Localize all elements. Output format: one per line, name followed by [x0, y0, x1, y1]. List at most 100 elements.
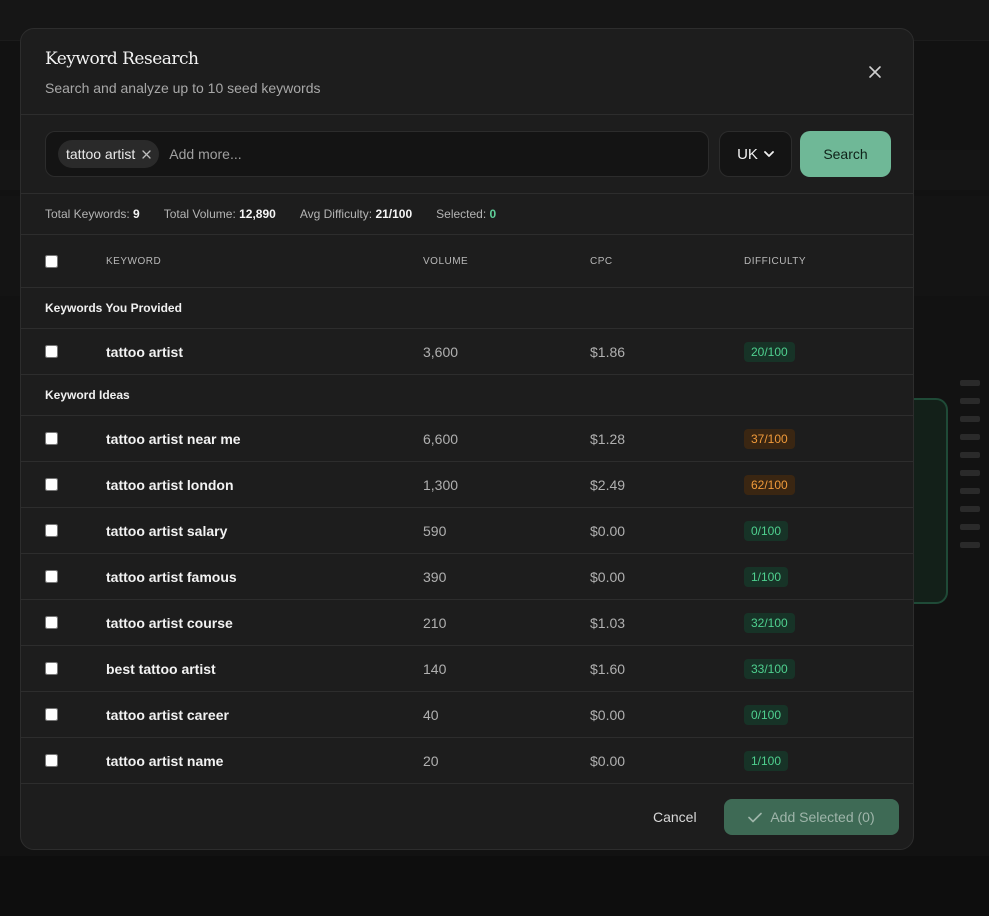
column-header-keyword[interactable]: KEYWORD: [106, 256, 161, 267]
table-row[interactable]: tattoo artist course 210 $1.03 32/100: [21, 600, 913, 646]
row-checkbox[interactable]: [45, 524, 58, 537]
table-row[interactable]: tattoo artist name 20 $0.00 1/100: [21, 738, 913, 784]
difficulty-badge: 33/100: [744, 658, 795, 679]
column-header-difficulty[interactable]: DIFFICULTY: [744, 256, 806, 267]
table-row[interactable]: tattoo artist career 40 $0.00 0/100: [21, 692, 913, 738]
volume-cell: 590: [423, 522, 447, 539]
modal-title: Keyword Research: [45, 49, 199, 69]
close-icon: [869, 66, 881, 78]
row-checkbox[interactable]: [45, 662, 58, 675]
section-label: Keywords You Provided: [45, 301, 182, 315]
difficulty-cell: 1/100: [744, 566, 789, 587]
volume-cell: 1,300: [423, 476, 459, 493]
keyword-cell: tattoo artist near me: [106, 430, 241, 447]
search-row: tattoo artist UK Search: [21, 115, 913, 194]
volume-cell: 390: [423, 568, 447, 585]
table-body: Keywords You Provided tattoo artist 3,600 $…: [21, 288, 913, 784]
difficulty-badge: 1/100: [744, 566, 789, 587]
table-row[interactable]: best tattoo artist 140 $1.60 33/100: [21, 646, 913, 692]
stat-total-keywords: Total Keywords: 9: [45, 207, 140, 221]
cancel-button[interactable]: Cancel: [637, 801, 713, 833]
cpc-cell: $2.49: [590, 476, 626, 493]
keyword-input-box[interactable]: tattoo artist: [45, 131, 709, 177]
row-checkbox[interactable]: [45, 478, 58, 491]
background-sidebar: [960, 380, 989, 720]
difficulty-cell: 33/100: [744, 658, 795, 679]
keyword-cell: tattoo artist salary: [106, 522, 228, 539]
keyword-chip: tattoo artist: [58, 140, 160, 168]
search-button[interactable]: Search: [800, 131, 891, 177]
section-label: Keyword Ideas: [45, 388, 130, 402]
difficulty-badge: 1/100: [744, 750, 789, 771]
cpc-cell: $1.86: [590, 343, 626, 360]
add-selected-label: Add Selected (0): [770, 809, 875, 825]
modal-header: Keyword Research Search and analyze up t…: [21, 29, 913, 115]
modal-subtitle: Search and analyze up to 10 seed keyword…: [45, 80, 321, 96]
column-header-cpc[interactable]: CPC: [590, 256, 613, 267]
difficulty-cell: 1/100: [744, 750, 789, 771]
row-checkbox[interactable]: [45, 754, 58, 767]
table-row[interactable]: tattoo artist 3,600 $1.86 20/100: [21, 329, 913, 375]
volume-cell: 3,600: [423, 343, 459, 360]
keyword-cell: tattoo artist famous: [106, 568, 237, 585]
row-checkbox[interactable]: [45, 708, 58, 721]
difficulty-cell: 32/100: [744, 612, 795, 633]
volume-cell: 140: [423, 660, 447, 677]
background-footer: [0, 856, 989, 916]
table-header: KEYWORD VOLUME CPC DIFFICULTY: [21, 235, 913, 288]
country-select[interactable]: UK: [719, 131, 792, 177]
difficulty-badge: 37/100: [744, 428, 795, 449]
volume-cell: 20: [423, 752, 439, 769]
check-icon: [748, 812, 763, 822]
table-row[interactable]: tattoo artist salary 590 $0.00 0/100: [21, 508, 913, 554]
column-header-volume[interactable]: VOLUME: [423, 256, 468, 267]
add-selected-button[interactable]: Add Selected (0): [724, 799, 899, 835]
difficulty-cell: 20/100: [744, 341, 795, 362]
difficulty-cell: 62/100: [744, 474, 795, 495]
keyword-chip-label: tattoo artist: [66, 146, 136, 162]
volume-cell: 210: [423, 614, 447, 631]
stat-selected: Selected: 0: [436, 207, 497, 221]
row-checkbox[interactable]: [45, 345, 58, 358]
section-header: Keyword Ideas: [21, 375, 913, 416]
close-button[interactable]: [865, 62, 885, 82]
section-header: Keywords You Provided: [21, 288, 913, 329]
table-row[interactable]: tattoo artist london 1,300 $2.49 62/100: [21, 462, 913, 508]
stats-bar: Total Keywords: 9 Total Volume: 12,890 A…: [21, 194, 913, 235]
keyword-cell: tattoo artist: [106, 343, 183, 360]
difficulty-badge: 20/100: [744, 341, 795, 362]
difficulty-badge: 32/100: [744, 612, 795, 633]
modal-footer: Cancel Add Selected (0): [21, 782, 913, 849]
keyword-cell: tattoo artist name: [106, 752, 224, 769]
remove-chip-button[interactable]: [142, 149, 151, 159]
table-row[interactable]: tattoo artist near me 6,600 $1.28 37/100: [21, 416, 913, 462]
keyword-cell: tattoo artist career: [106, 706, 229, 723]
keyword-research-modal: Keyword Research Search and analyze up t…: [20, 28, 914, 850]
difficulty-badge: 62/100: [744, 474, 795, 495]
row-checkbox[interactable]: [45, 570, 58, 583]
add-keyword-input[interactable]: [167, 145, 472, 163]
table-row[interactable]: tattoo artist famous 390 $0.00 1/100: [21, 554, 913, 600]
volume-cell: 6,600: [423, 430, 459, 447]
difficulty-badge: 0/100: [744, 520, 789, 541]
keyword-cell: best tattoo artist: [106, 660, 216, 677]
cpc-cell: $1.03: [590, 614, 626, 631]
row-checkbox[interactable]: [45, 432, 58, 445]
cpc-cell: $0.00: [590, 706, 626, 723]
volume-cell: 40: [423, 706, 439, 723]
stat-avg-difficulty: Avg Difficulty: 21/100: [299, 207, 413, 221]
stat-total-volume: Total Volume: 12,890: [163, 207, 276, 221]
difficulty-cell: 0/100: [744, 520, 789, 541]
difficulty-cell: 0/100: [744, 704, 789, 725]
country-select-value: UK: [737, 145, 758, 163]
close-icon: [142, 149, 151, 159]
cpc-cell: $1.60: [590, 660, 626, 677]
select-all-checkbox[interactable]: [45, 254, 58, 268]
cpc-cell: $0.00: [590, 568, 626, 585]
cpc-cell: $1.28: [590, 430, 626, 447]
keyword-cell: tattoo artist london: [106, 476, 234, 493]
difficulty-badge: 0/100: [744, 704, 789, 725]
row-checkbox[interactable]: [45, 616, 58, 629]
chevron-down-icon: [764, 150, 774, 157]
keyword-cell: tattoo artist course: [106, 614, 233, 631]
